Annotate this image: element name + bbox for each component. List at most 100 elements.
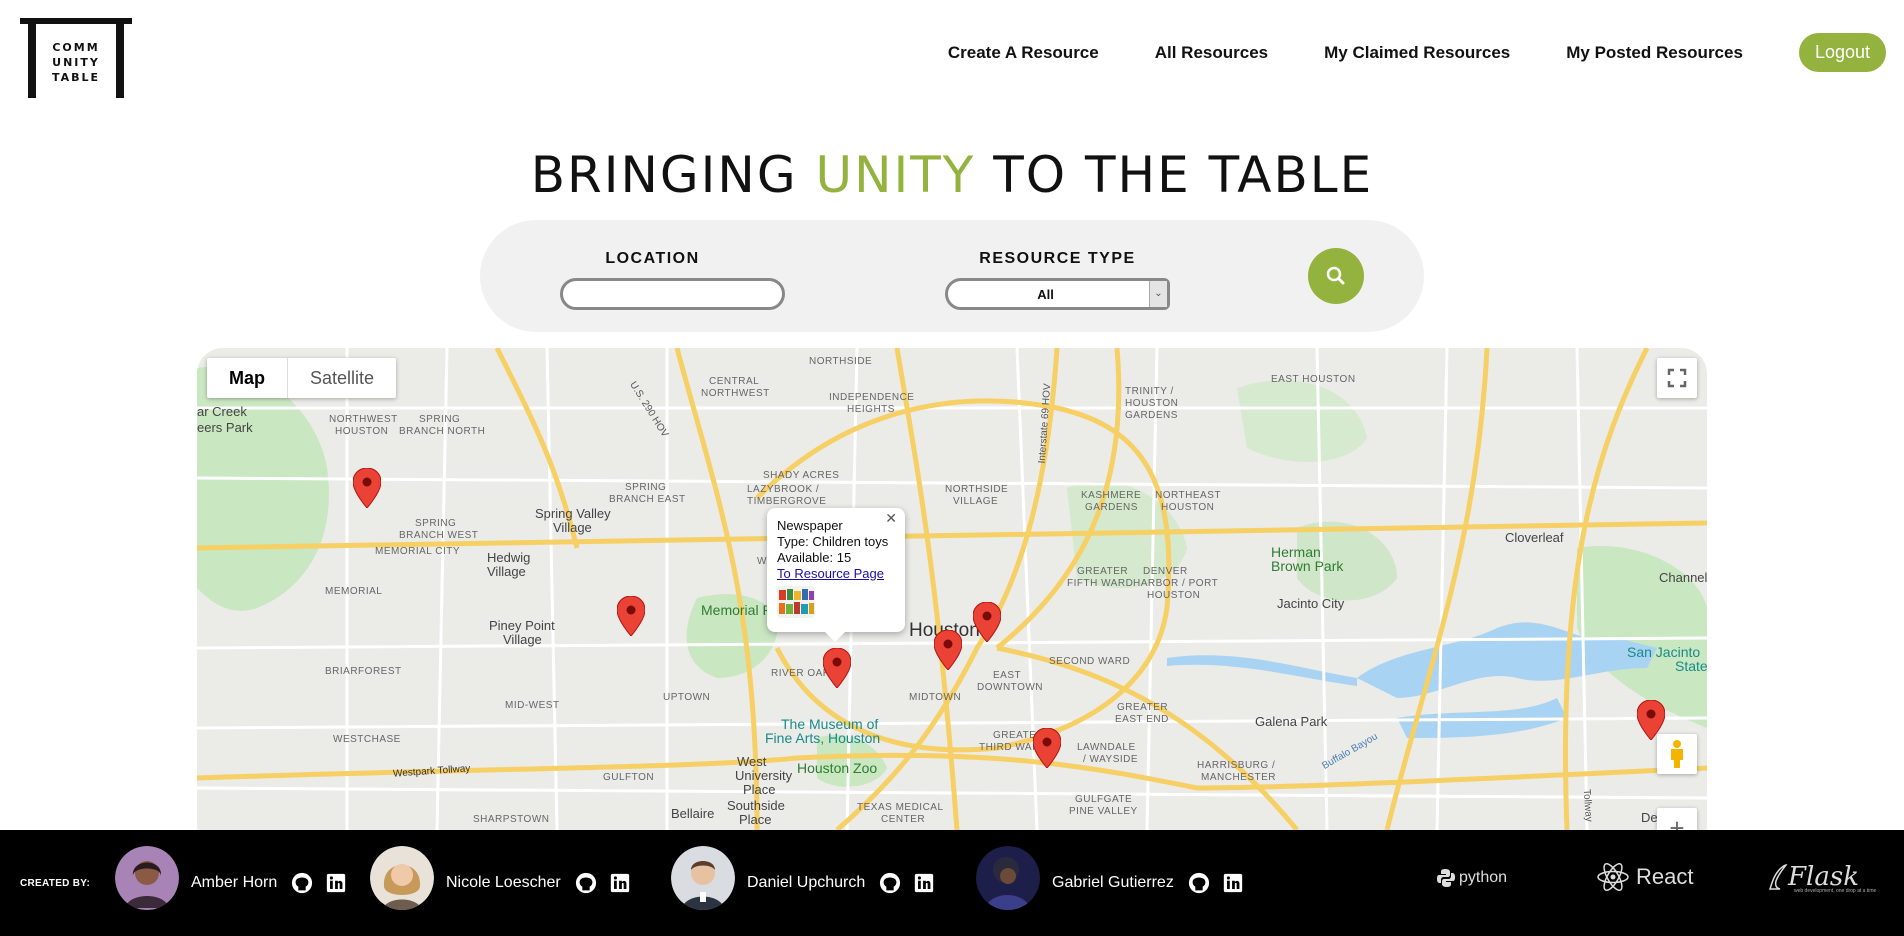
search-button[interactable] <box>1308 248 1364 304</box>
place-label: TEXAS MEDICAL <box>857 802 944 813</box>
place-label: Village <box>553 520 592 535</box>
resource-map[interactable]: ar Creek eers Park NORTHSIDE CENTRAL NOR… <box>197 348 1707 830</box>
resource-type-label: RESOURCE TYPE <box>979 250 1136 267</box>
zoom-in-button[interactable]: + <box>1657 808 1697 830</box>
python-logo: python <box>1436 868 1507 888</box>
street-view-pegman[interactable] <box>1657 734 1697 774</box>
place-label: GULFTON <box>603 772 655 783</box>
chevron-down-icon: ⌄ <box>1149 281 1167 307</box>
resource-marker[interactable] <box>617 596 645 636</box>
github-icon[interactable] <box>879 872 901 894</box>
place-label: University <box>735 768 793 783</box>
place-label: SPRING <box>419 414 461 425</box>
avatar <box>671 846 735 910</box>
place-label: SPRING <box>415 518 457 529</box>
flask-icon <box>1768 864 1788 890</box>
place-label: De <box>1641 810 1658 825</box>
place-label: Houston Zoo <box>797 760 878 776</box>
nav-all-resources[interactable]: All Resources <box>1155 43 1268 63</box>
resource-marker[interactable] <box>353 468 381 508</box>
place-label: GULFGATE <box>1075 794 1133 805</box>
resource-thumbnail <box>777 586 815 618</box>
place-label: PINE VALLEY <box>1069 806 1138 817</box>
place-label: NORTHSIDE <box>945 484 1009 495</box>
place-label: HOUSTON <box>1147 590 1201 601</box>
community-table-logo[interactable]: COMM UNITY TABLE <box>20 18 132 98</box>
place-label: SPRING <box>625 482 667 493</box>
github-icon[interactable] <box>1188 872 1210 894</box>
map-type-map-button[interactable]: Map <box>207 358 288 398</box>
creator-daniel: Daniel Upchurch <box>671 846 941 910</box>
creator-name: Daniel Upchurch <box>747 874 866 891</box>
place-label: HOUSTON <box>1161 502 1215 513</box>
avatar <box>976 846 1040 910</box>
place-label: MIDTOWN <box>909 692 962 703</box>
resource-marker-selected[interactable] <box>823 648 851 688</box>
place-label: DOWNTOWN <box>977 682 1044 693</box>
avatar <box>370 846 434 910</box>
place-label: UPTOWN <box>663 692 711 703</box>
resource-available: Available: 15 <box>777 550 852 565</box>
place-label: Brown Park <box>1271 558 1344 574</box>
place-label: FIFTH WARD <box>1067 578 1134 589</box>
linkedin-icon[interactable] <box>325 872 347 894</box>
place-label: Galena Park <box>1255 714 1328 729</box>
resource-type-select[interactable]: All ⌄ <box>945 278 1170 310</box>
creator-name: Amber Horn <box>191 874 278 891</box>
place-label: NORTHWEST <box>329 414 398 425</box>
place-label: Fine Arts, Houston <box>765 730 881 746</box>
nav-my-claimed-resources[interactable]: My Claimed Resources <box>1324 43 1510 63</box>
place-label: SECOND WARD <box>1049 656 1131 667</box>
resource-page-link[interactable]: To Resource Page <box>777 566 884 581</box>
place-label: Piney Point <box>489 618 555 633</box>
linkedin-icon[interactable] <box>1222 872 1244 894</box>
place-label: BRIARFOREST <box>325 666 402 677</box>
linkedin-icon[interactable] <box>913 872 935 894</box>
fullscreen-icon <box>1667 368 1687 388</box>
place-label: TIMBERGROVE <box>747 496 827 507</box>
map-type-satellite-button[interactable]: Satellite <box>288 358 396 398</box>
search-icon <box>1326 266 1345 285</box>
place-label: HARRISBURG / <box>1197 760 1276 771</box>
created-by-label: CREATED BY: <box>20 878 91 889</box>
place-label: NORTHEAST <box>1155 490 1221 501</box>
place-label: GREATER <box>1077 566 1129 577</box>
creator-amber: Amber Horn <box>115 846 353 910</box>
flask-logo: Flask web development, one drop at a tim… <box>1768 862 1876 894</box>
nav-create-resource[interactable]: Create A Resource <box>948 43 1099 63</box>
place-label: MID-WEST <box>505 700 560 711</box>
location-input[interactable] <box>560 278 785 310</box>
place-label: Village <box>503 632 542 647</box>
place-label: NORTHSIDE <box>809 356 873 367</box>
place-label: Memorial P <box>701 602 772 618</box>
place-label: KASHMERE <box>1081 490 1142 501</box>
fullscreen-button[interactable] <box>1657 358 1697 398</box>
place-label: TRINITY / <box>1125 386 1174 397</box>
close-icon[interactable]: ✕ <box>885 510 897 526</box>
hero-heading: BRINGING UNITY TO THE TABLE <box>530 146 1374 204</box>
resource-marker[interactable] <box>1033 728 1061 768</box>
resource-type: Type: Children toys <box>777 534 889 549</box>
place-label: HARBOR / PORT <box>1133 578 1219 589</box>
github-icon[interactable] <box>575 872 597 894</box>
resource-title: Newspaper <box>777 518 843 533</box>
place-label: WESTCHASE <box>333 734 401 745</box>
resource-info-window: ✕ Newspaper Type: Children toys Availabl… <box>767 508 905 642</box>
road-label: Tollway <box>1580 788 1595 823</box>
footer: CREATED BY: Amber Horn Nicole Loescher D… <box>0 830 1904 936</box>
nav-my-posted-resources[interactable]: My Posted Resources <box>1566 43 1743 63</box>
place-label: HOUSTON <box>335 426 389 437</box>
place-label: Place <box>743 782 776 797</box>
resource-marker[interactable] <box>973 602 1001 642</box>
place-label: Spring Valley <box>535 506 611 521</box>
place-label: MEMORIAL CITY <box>375 546 461 557</box>
place-label: BRANCH EAST <box>609 494 686 505</box>
github-icon[interactable] <box>291 872 313 894</box>
resource-marker[interactable] <box>934 630 962 670</box>
place-label: Village <box>487 564 526 579</box>
logout-button[interactable]: Logout <box>1798 33 1886 72</box>
page: COMM UNITY TABLE Create A Resource All Res… <box>0 0 1904 936</box>
linkedin-icon[interactable] <box>609 872 631 894</box>
flask-tagline: web development, one drop at a time <box>1794 888 1877 894</box>
place-label: / WAYSIDE <box>1083 754 1139 765</box>
